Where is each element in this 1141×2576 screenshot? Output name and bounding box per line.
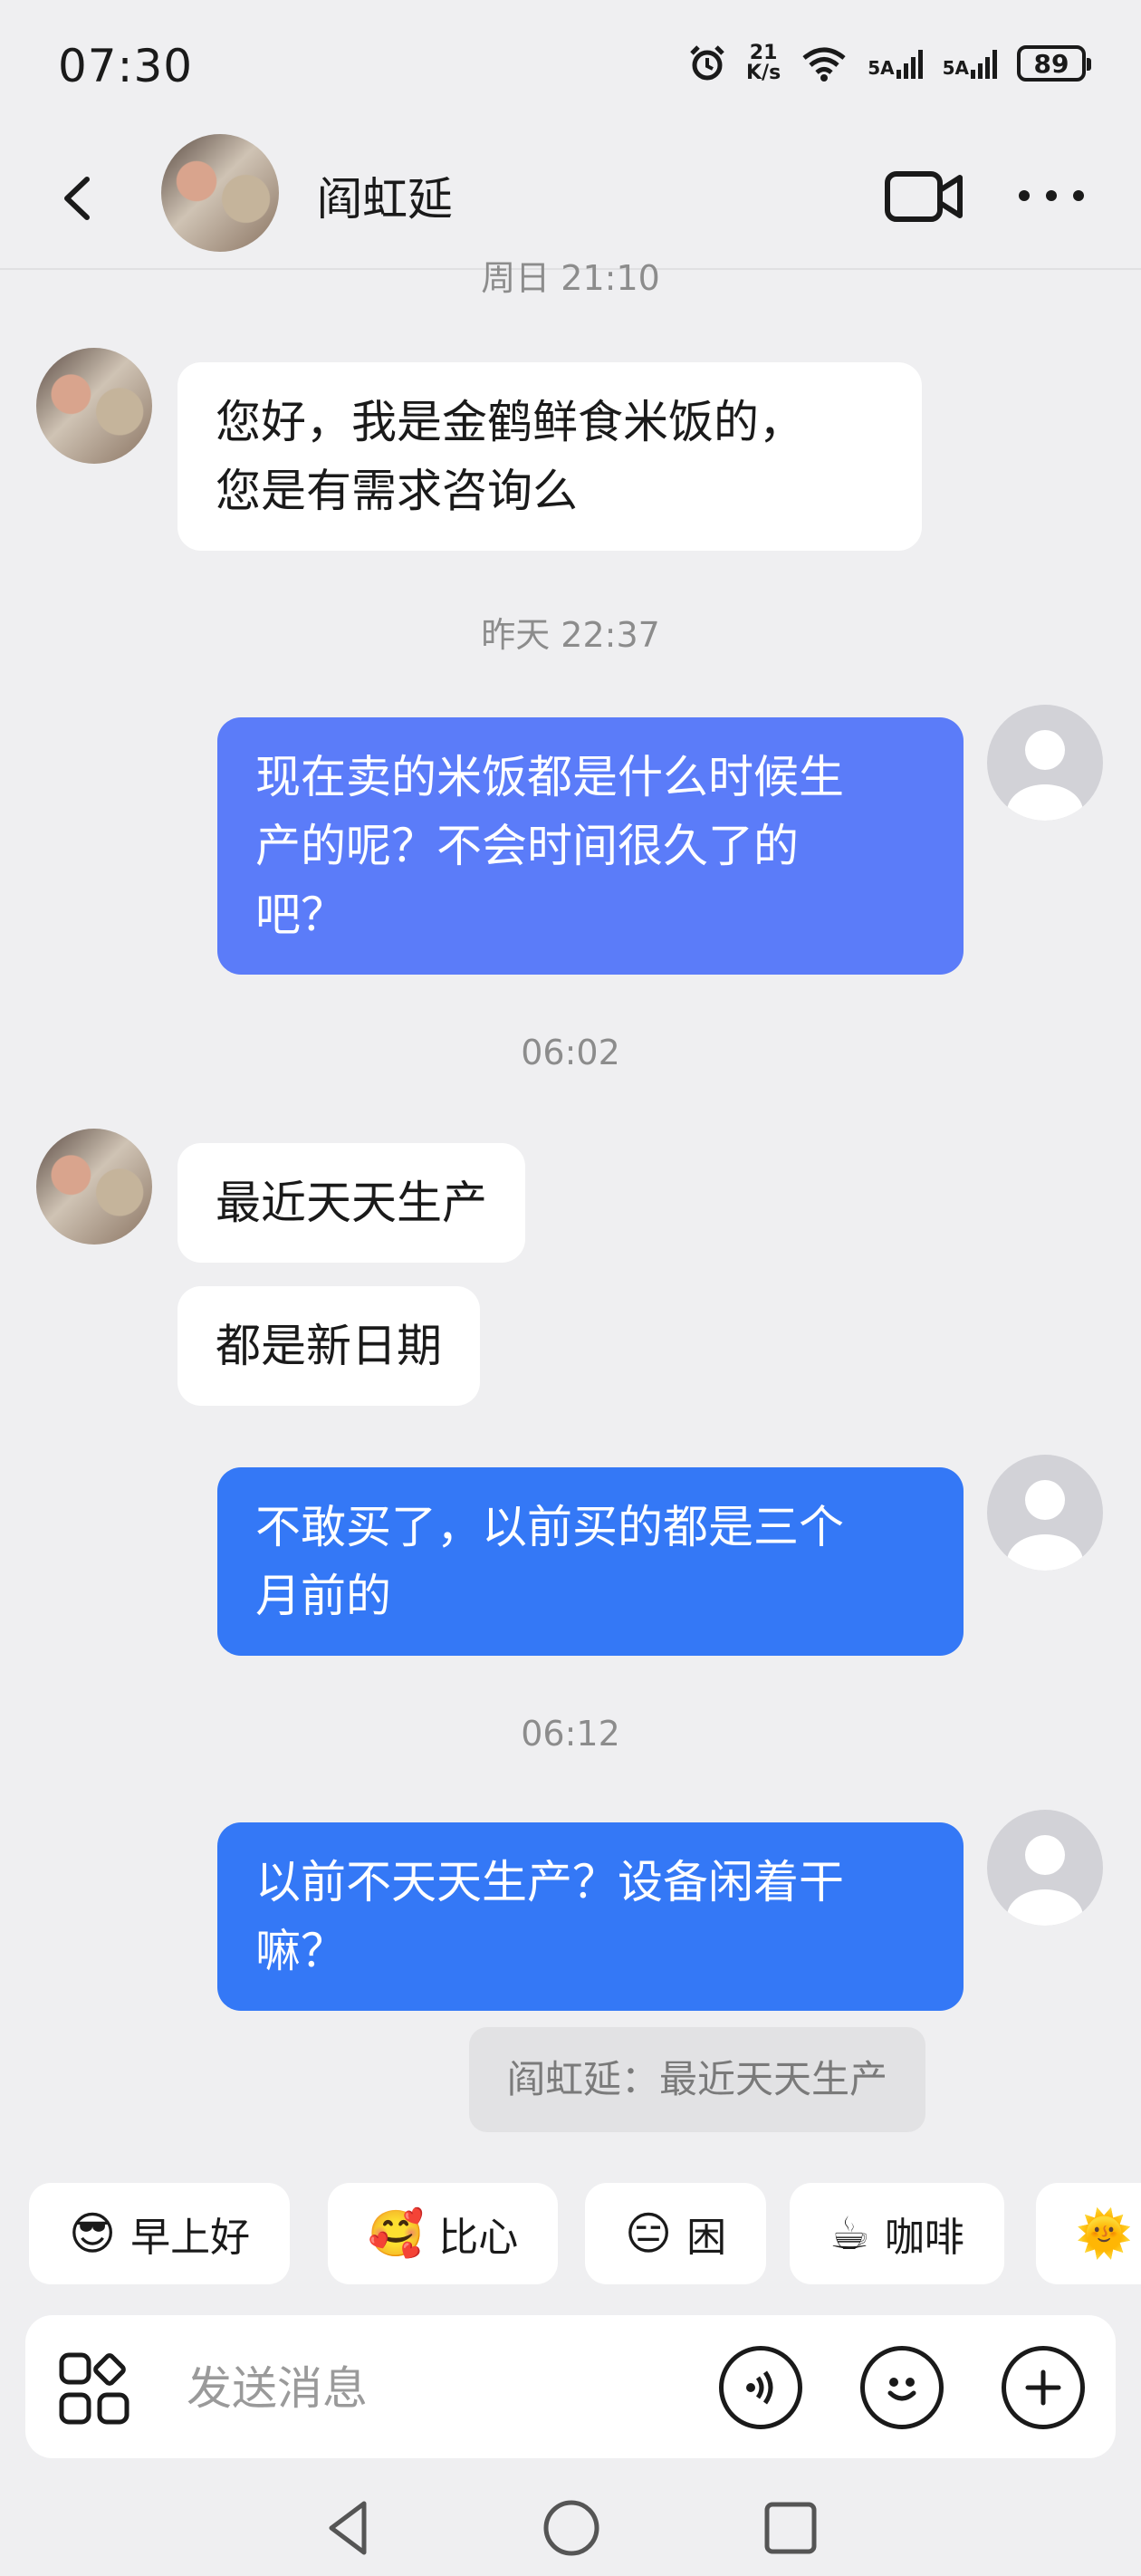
apps-grid-icon[interactable]: [58, 2351, 132, 2426]
heart-hands-emoji-icon: 🥰: [368, 2206, 425, 2260]
voice-icon: [746, 2370, 773, 2405]
plus-icon: [1025, 2369, 1061, 2406]
quick-reply-chip[interactable]: 🥰 比心: [328, 2183, 559, 2284]
sun-glasses-emoji-icon: 😎: [69, 2207, 117, 2260]
nav-recents-icon[interactable]: [759, 2496, 822, 2560]
sender-avatar[interactable]: [36, 1129, 152, 1245]
emoji-button[interactable]: [860, 2346, 944, 2429]
quick-reply-chip[interactable]: ☕ 咖啡: [790, 2183, 1004, 2284]
status-time: 07:30: [58, 40, 194, 92]
smiley-icon: [887, 2378, 916, 2401]
nav-back-icon[interactable]: [319, 2496, 382, 2560]
battery-indicator: 89: [1017, 45, 1091, 82]
quick-reply-bar: 😎 早上好 🥰 比心 😑 困 ☕ 咖啡 🌞 太: [0, 2181, 1141, 2286]
timestamp: 周日 21:10: [481, 258, 660, 293]
net-speed-unit: K/s: [746, 62, 781, 84]
incoming-message[interactable]: 最近天天生产: [177, 1143, 525, 1263]
quick-reply-label: 比心: [438, 2215, 519, 2261]
nav-home-icon[interactable]: [540, 2496, 603, 2560]
quick-reply-chip[interactable]: 😎 早上好: [29, 2183, 291, 2284]
voice-button[interactable]: [719, 2346, 802, 2429]
quick-reply-label: 咖啡: [884, 2215, 964, 2261]
signal-indicator-2: 5A: [943, 48, 997, 79]
status-icons: 21 K/s 5A 5A 89: [688, 43, 1091, 83]
net-speed: 21 K/s: [746, 43, 781, 83]
coffee-emoji-icon: ☕: [829, 2207, 870, 2260]
self-avatar[interactable]: [987, 1810, 1103, 1926]
plus-button[interactable]: [1002, 2346, 1085, 2429]
signal1-label: 5A: [868, 57, 895, 79]
self-avatar[interactable]: [987, 1455, 1103, 1571]
outgoing-message[interactable]: 以前不天天生产？设备闲着干 嘛？: [217, 1822, 964, 2011]
quoted-message[interactable]: 阎虹延：最近天天生产: [469, 2027, 926, 2132]
signal-indicator-1: 5A: [868, 48, 923, 79]
quick-reply-label: 早上好: [130, 2215, 251, 2261]
net-speed-value: 21: [749, 42, 778, 64]
default-user-icon: [1007, 1480, 1083, 1571]
incoming-message[interactable]: 都是新日期: [177, 1286, 480, 1406]
timestamp: 06:12: [521, 1714, 620, 1754]
quick-reply-chip[interactable]: 😑 困: [585, 2183, 767, 2284]
sleepy-emoji-icon: 😑: [625, 2207, 673, 2260]
default-user-icon: [1007, 730, 1083, 821]
incoming-message[interactable]: 您好，我是金鹤鲜食米饭的， 您是有需求咨询么: [177, 362, 922, 551]
contact-name[interactable]: 阎虹延: [317, 163, 453, 228]
more-icon[interactable]: [1011, 178, 1092, 214]
sender-avatar[interactable]: [36, 348, 152, 464]
video-call-icon[interactable]: [884, 165, 965, 228]
timestamp: 06:02: [521, 1033, 620, 1072]
self-avatar[interactable]: [987, 705, 1103, 821]
signal2-label: 5A: [942, 57, 969, 79]
quick-reply-chip[interactable]: 🌞 太: [1036, 2183, 1141, 2284]
outgoing-message[interactable]: 不敢买了，以前买的都是三个 月前的: [217, 1467, 964, 1656]
timestamp: 昨天 22:37: [481, 615, 660, 655]
outgoing-message[interactable]: 现在卖的米饭都是什么时候生 产的呢？不会时间很久了的 吧？: [217, 717, 964, 975]
alarm-icon: [690, 45, 724, 81]
contact-avatar[interactable]: [161, 134, 279, 252]
message-input[interactable]: [185, 2351, 695, 2426]
default-user-icon: [1007, 1835, 1083, 1926]
battery-level: 89: [1033, 48, 1069, 79]
back-icon[interactable]: [45, 167, 109, 230]
quick-reply-label: 困: [686, 2215, 727, 2261]
message-input-bar: [25, 2315, 1116, 2458]
sun-emoji-icon: 🌞: [1076, 2206, 1133, 2260]
wifi-icon: [802, 47, 846, 82]
